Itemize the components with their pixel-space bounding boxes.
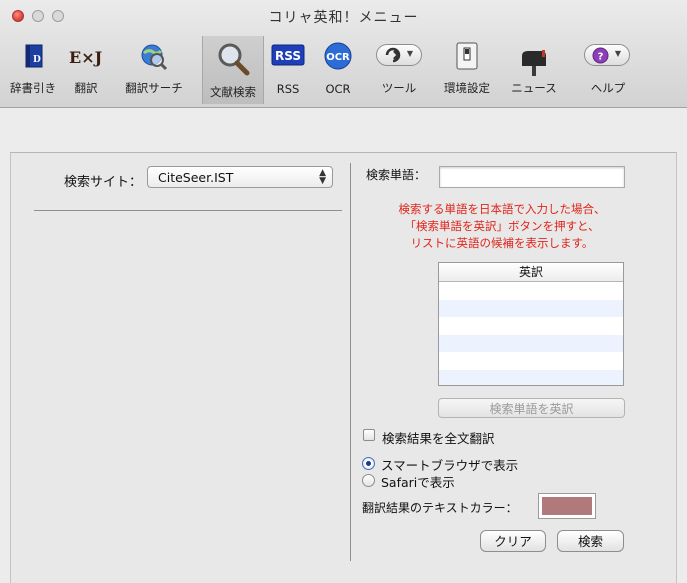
smart-browser-radio[interactable]: [362, 457, 375, 470]
table-row[interactable]: [439, 317, 623, 335]
table-header-english[interactable]: 英訳: [439, 263, 623, 282]
table-row[interactable]: [439, 369, 623, 385]
app-window: コリャ英和！メニュー D 辞書引き E×J 翻訳 翻訳サーチ 文献検索 RSS …: [0, 0, 687, 583]
svg-text:RSS: RSS: [275, 49, 301, 63]
toolbar-translate-search[interactable]: 翻訳サーチ: [110, 42, 198, 100]
mailbox-icon: [518, 48, 550, 79]
toolbar-rss[interactable]: RSS RSS: [266, 42, 310, 100]
magnifier-icon: [216, 42, 250, 79]
table-row[interactable]: [439, 299, 623, 317]
tools-icon: [384, 46, 404, 67]
horizontal-divider: [34, 210, 342, 211]
svg-text:OCR: OCR: [326, 52, 350, 63]
chevron-down-icon: ▼: [614, 49, 621, 58]
globe-search-icon: [139, 42, 169, 75]
vertical-divider: [350, 163, 351, 561]
search-button[interactable]: 検索: [557, 530, 624, 552]
toolbar-tools[interactable]: ▼ ツール: [364, 42, 434, 100]
window-title: コリャ英和！メニュー: [268, 10, 419, 26]
ej-translate-icon: E×J: [68, 46, 104, 71]
svg-text:D: D: [33, 55, 41, 65]
svg-text:E×J: E×J: [69, 48, 102, 67]
toolbar-help[interactable]: ? ▼ ヘルプ: [572, 42, 644, 100]
toolbar-news[interactable]: ニュース: [500, 42, 568, 100]
help-dropdown[interactable]: ? ▼: [584, 44, 630, 66]
text-color-label: 翻訳結果のテキストカラー：: [362, 501, 518, 515]
table-row[interactable]: [439, 282, 623, 300]
hint-text: 検索する単語を日本語で入力した場合、 「検索単語を英訳」ボタンを押すと、 リスト…: [398, 202, 606, 250]
search-site-value: CiteSeer.IST: [158, 170, 234, 185]
toolbar-preferences[interactable]: 環境設定: [438, 42, 496, 100]
rss-icon: RSS: [271, 44, 305, 69]
text-color-well[interactable]: [538, 493, 596, 519]
toolbar-literature-search[interactable]: 文献検索: [202, 36, 264, 104]
toolbar-ocr[interactable]: OCR OCR: [316, 42, 360, 100]
table-row[interactable]: [439, 352, 623, 370]
tools-dropdown[interactable]: ▼: [376, 44, 422, 66]
toolbar-translate[interactable]: E×J 翻訳: [64, 42, 108, 100]
svg-text:?: ?: [598, 52, 604, 63]
clear-button[interactable]: クリア: [480, 530, 546, 552]
chevron-down-icon: ▼: [406, 49, 413, 58]
select-arrows-icon: ▲ ▼: [319, 168, 326, 186]
search-site-label: 検索サイト：: [64, 175, 143, 190]
safari-radio[interactable]: [362, 474, 375, 487]
ocr-icon: OCR: [323, 42, 353, 73]
translate-term-button[interactable]: 検索単語を英訳: [438, 398, 625, 418]
safari-label[interactable]: Safariで表示: [381, 472, 455, 491]
toolbar-dictionary[interactable]: D 辞書引き: [0, 42, 66, 100]
search-site-select[interactable]: CiteSeer.IST ▲ ▼: [147, 166, 333, 188]
search-term-label: 検索単語：: [366, 168, 427, 182]
title-toolbar: コリャ英和！メニュー D 辞書引き E×J 翻訳 翻訳サーチ 文献検索 RSS …: [0, 0, 687, 108]
translation-candidates-table[interactable]: 英訳: [438, 262, 624, 386]
help-icon: ?: [592, 47, 609, 67]
text-color-swatch: [542, 497, 592, 515]
search-term-input[interactable]: [439, 166, 625, 188]
settings-switch-icon: [455, 42, 479, 73]
fulltext-translate-checkbox[interactable]: [363, 429, 375, 441]
dictionary-icon: D: [19, 42, 47, 73]
table-row[interactable]: [439, 334, 623, 352]
fulltext-translate-label[interactable]: 検索結果を全文翻訳: [382, 428, 495, 447]
